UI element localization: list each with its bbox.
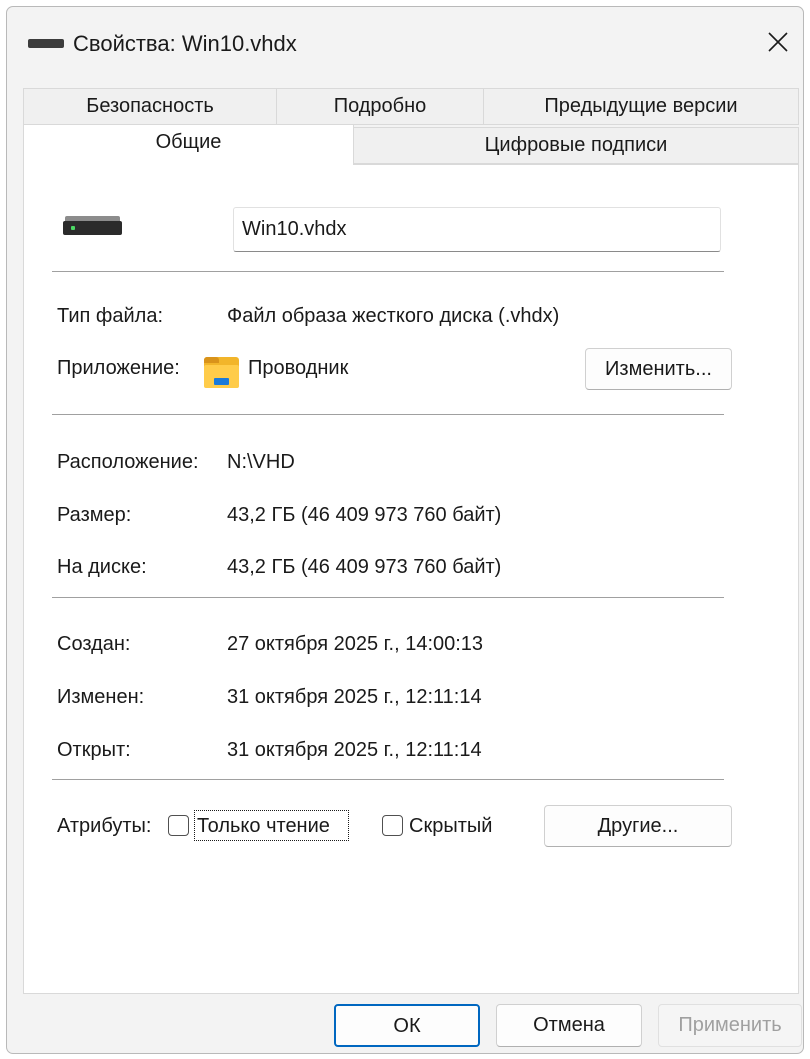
close-button[interactable] bbox=[755, 21, 803, 65]
tab-digital-signatures[interactable]: Цифровые подписи bbox=[353, 127, 799, 164]
close-icon bbox=[768, 32, 788, 52]
modified-label: Изменен: bbox=[57, 686, 145, 708]
app-label: Приложение: bbox=[57, 357, 180, 379]
ok-button[interactable]: ОК bbox=[334, 1004, 480, 1047]
tab-security[interactable]: Безопасность bbox=[23, 88, 277, 125]
window-title: Свойства: Win10.vhdx bbox=[73, 31, 297, 56]
separator bbox=[52, 414, 724, 415]
hard-drive-icon bbox=[63, 216, 122, 235]
tab-general[interactable]: Общие bbox=[23, 124, 354, 165]
opened-value: 31 октября 2025 г., 12:11:14 bbox=[227, 739, 482, 761]
file-name-input[interactable] bbox=[233, 207, 721, 252]
location-label: Расположение: bbox=[57, 451, 199, 473]
size-value: 43,2 ГБ (46 409 973 760 байт) bbox=[227, 504, 502, 526]
disk-size-value: 43,2 ГБ (46 409 973 760 байт) bbox=[227, 556, 502, 578]
file-explorer-icon bbox=[204, 357, 239, 388]
drive-icon bbox=[28, 39, 64, 48]
opened-label: Открыт: bbox=[57, 739, 131, 761]
tab-details[interactable]: Подробно bbox=[276, 88, 484, 125]
location-value: N:\VHD bbox=[227, 451, 295, 473]
app-value: Проводник bbox=[248, 357, 349, 379]
created-label: Создан: bbox=[57, 633, 131, 655]
other-attributes-button[interactable]: Другие... bbox=[544, 805, 732, 847]
title-bar: Свойства: Win10.vhdx bbox=[7, 7, 803, 79]
readonly-checkbox[interactable] bbox=[168, 815, 189, 836]
size-label: Размер: bbox=[57, 504, 132, 526]
separator bbox=[52, 779, 724, 780]
modified-value: 31 октября 2025 г., 12:11:14 bbox=[227, 686, 482, 708]
created-value: 27 октября 2025 г., 14:00:13 bbox=[227, 633, 484, 655]
separator bbox=[52, 597, 724, 598]
properties-dialog: Свойства: Win10.vhdx Безопасность Подроб… bbox=[6, 6, 804, 1054]
hidden-checkbox[interactable] bbox=[382, 815, 403, 836]
apply-button[interactable]: Применить bbox=[658, 1004, 802, 1047]
hidden-label[interactable]: Скрытый bbox=[409, 813, 492, 839]
readonly-label[interactable]: Только чтение bbox=[197, 813, 330, 839]
tab-previous-versions[interactable]: Предыдущие версии bbox=[483, 88, 799, 125]
file-type-label: Тип файла: bbox=[57, 305, 163, 327]
attributes-label: Атрибуты: bbox=[57, 815, 152, 837]
change-button[interactable]: Изменить... bbox=[585, 348, 732, 390]
separator bbox=[52, 271, 724, 272]
file-type-value: Файл образа жесткого диска (.vhdx) bbox=[227, 305, 560, 327]
disk-size-label: На диске: bbox=[57, 556, 147, 578]
general-panel: Тип файла: Файл образа жесткого диска (.… bbox=[23, 164, 799, 994]
cancel-button[interactable]: Отмена bbox=[496, 1004, 642, 1047]
